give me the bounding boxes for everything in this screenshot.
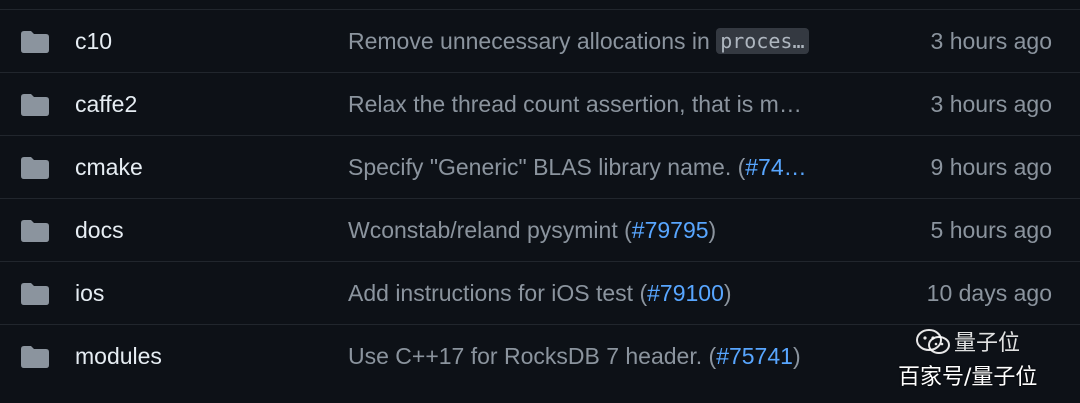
commit-message-text[interactable]: Remove unnecessary allocations in [348,28,716,54]
commit-message-text[interactable]: Add instructions for iOS test ( [348,280,647,306]
file-row[interactable]: docs Wconstab/reland pysymint (#79795) 5… [0,198,1080,261]
commit-message: Specify "Generic" BLAS library name. (#7… [348,154,853,181]
commit-message-suffix: ) [708,217,717,243]
commit-message-text[interactable]: Use C++17 for RocksDB 7 header. ( [348,343,716,369]
folder-icon [21,157,49,179]
file-name[interactable]: cmake [75,154,143,181]
commit-time: 3 hours ago [930,91,1052,117]
commit-time: 10 days ago [926,280,1052,306]
commit-message-text[interactable]: Relax the thread count assertion, that i… [348,91,802,117]
commit-message-text[interactable]: Wconstab/reland pysymint ( [348,217,632,243]
file-row[interactable]: caffe2 Relax the thread count assertion,… [0,72,1080,135]
folder-icon [21,31,49,53]
commit-message-text[interactable]: Specify "Generic" BLAS library name. ( [348,154,745,180]
commit-message: Wconstab/reland pysymint (#79795) [348,217,853,244]
commit-message: Add instructions for iOS test (#79100) [348,280,853,307]
file-row[interactable]: ios Add instructions for iOS test (#7910… [0,261,1080,324]
pull-request-link[interactable]: #79795 [632,217,709,243]
commit-message: Remove unnecessary allocations in proces… [348,28,853,55]
file-row[interactable]: modules Use C++17 for RocksDB 7 header. … [0,324,1080,387]
pull-request-link[interactable]: #74… [745,154,806,180]
file-name[interactable]: modules [75,343,162,370]
commit-message-suffix: ) [723,280,732,306]
folder-icon [21,283,49,305]
file-row[interactable]: c10 Remove unnecessary allocations in pr… [0,9,1080,72]
folder-icon [21,94,49,116]
file-name[interactable]: docs [75,217,124,244]
folder-icon [21,346,49,368]
pull-request-link[interactable]: #75741 [716,343,793,369]
commit-message-code[interactable]: proces… [716,28,809,54]
file-list: c10 Remove unnecessary allocations in pr… [0,9,1080,387]
commit-time: 9 hours ago [930,154,1052,180]
file-row[interactable]: cmake Specify "Generic" BLAS library nam… [0,135,1080,198]
file-name[interactable]: ios [75,280,104,307]
pull-request-link[interactable]: #79100 [647,280,724,306]
file-name[interactable]: caffe2 [75,91,137,118]
file-name[interactable]: c10 [75,28,112,55]
commit-time: 5 hours ago [930,217,1052,243]
commit-message: Relax the thread count assertion, that i… [348,91,853,118]
commit-message: Use C++17 for RocksDB 7 header. (#75741) [348,343,853,370]
commit-message-suffix: ) [792,343,801,369]
folder-icon [21,220,49,242]
commit-time: 3 hours ago [930,28,1052,54]
